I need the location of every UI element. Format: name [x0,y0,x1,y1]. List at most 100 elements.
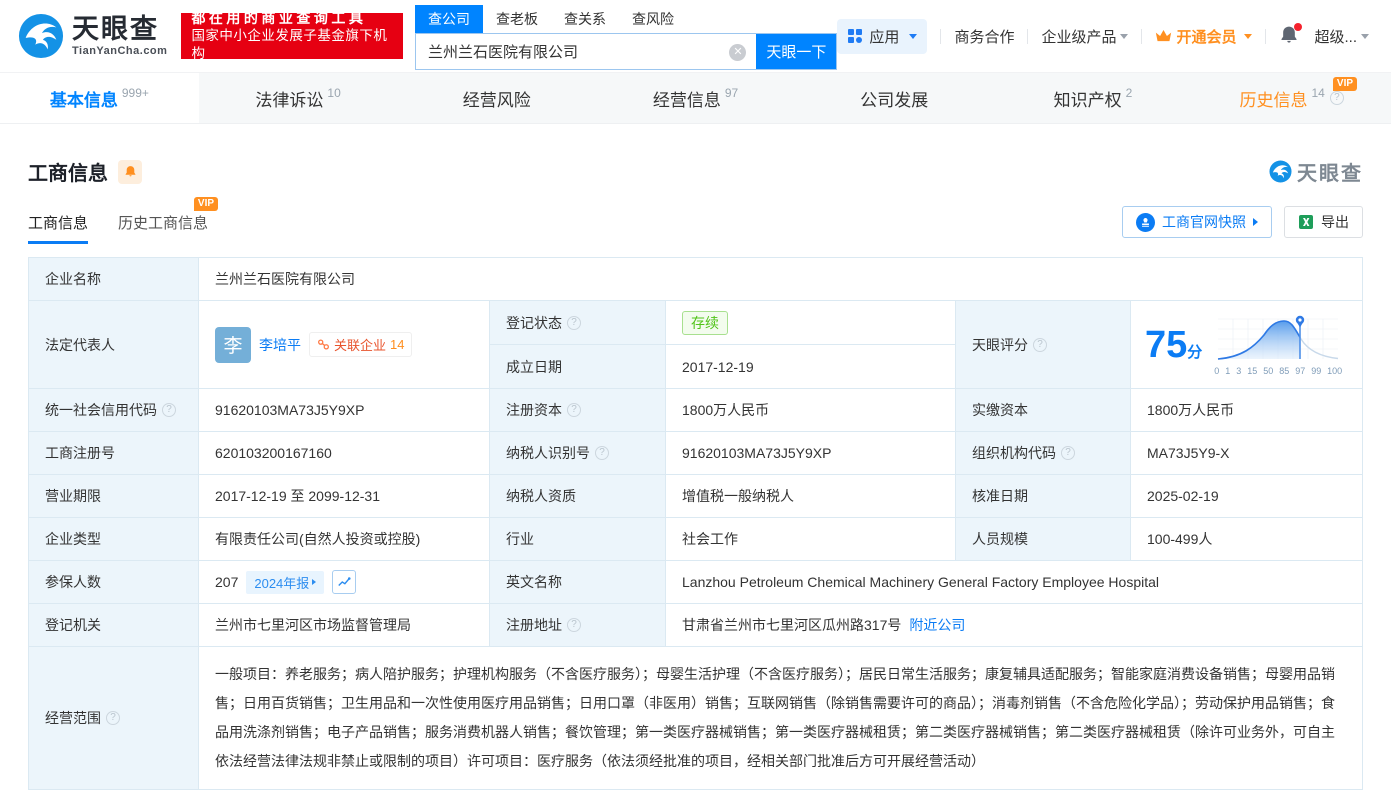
brand-domain: TianYanCha.com [72,44,168,57]
tab-label: 历史信息 [1239,90,1308,110]
taxpayer-id-label: 纳税人识别号 ? [490,432,666,475]
related-count: 14 [390,337,405,352]
divider [940,28,942,44]
tab-legal-litigation[interactable]: 法律诉讼 10 [199,73,398,123]
tianyancha-logo[interactable]: 天眼查 TianYanCha.com [18,13,167,59]
table-row: 经营范围 ? 一般项目：养老服务；病人陪护服务；护理机构服务（不含医疗服务）；母… [29,647,1363,790]
tab-history-info[interactable]: VIP 历史信息 14 ? [1192,73,1391,123]
menu-business-coop[interactable]: 商务合作 [954,26,1014,47]
help-icon[interactable]: ? [1061,446,1075,460]
label-text: 登记状态 [506,314,562,331]
arrow-right-icon [312,579,317,585]
help-icon[interactable]: ? [162,403,176,417]
industry-value: 社会工作 [666,518,956,561]
search-input[interactable] [416,33,757,69]
apps-menu[interactable]: 应用 [837,18,928,54]
label-text: 组织机构代码 [972,445,1056,461]
legal-rep-name-link[interactable]: 李培平 [259,335,301,355]
clear-search-icon[interactable]: ✕ [729,43,747,61]
help-icon[interactable]: ? [106,711,120,725]
label-text: 注册资本 [506,402,562,418]
menu-super-vip[interactable]: 超级... [1314,26,1369,47]
tianyancha-logo-icon [1269,160,1292,183]
staff-size-value: 100-499人 [1131,518,1363,561]
help-icon[interactable]: ? [1033,337,1047,352]
trend-chart-button[interactable] [332,570,357,594]
related-companies-badge[interactable]: 关联企业 14 [309,332,413,357]
nearby-companies-link[interactable]: 附近公司 [909,615,965,635]
legal-rep-avatar[interactable]: 李 [215,326,251,363]
insured-number: 207 [215,574,239,590]
table-row: 工商注册号 620103200167160 纳税人识别号 ? 91620103M… [29,432,1363,475]
help-icon[interactable]: ? [595,446,609,460]
caret-down-icon [1244,33,1253,39]
reg-status-value: 存续 [666,301,956,345]
tab-count: 10 [327,86,341,100]
caret-down-icon [1120,33,1129,39]
registration-authority-label: 登记机关 [29,604,199,647]
subtab-history-business-info[interactable]: VIP 历史工商信息 [118,197,219,244]
vip-badge: VIP [1332,77,1358,91]
registration-authority-value: 兰州市七里河区市场监督管理局 [199,604,490,647]
related-label: 关联企业 [334,338,387,353]
status-badge: 存续 [682,310,728,335]
search-tab-company[interactable]: 查公司 [415,4,484,33]
arrow-right-icon [1253,218,1258,226]
tab-label: 基本信息 [49,90,118,110]
table-row: 登记机关 兰州市七里河区市场监督管理局 注册地址 ? 甘肃省兰州市七里河区瓜州路… [29,604,1363,647]
table-row: 参保人数 207 2024年报 英文名称 Lanzhou Petroleum C… [29,561,1363,604]
search-tab-relation[interactable]: 查关系 [551,5,619,33]
tab-company-development[interactable]: 公司发展 [795,73,994,123]
search-area: 查公司 查老板 查关系 查风险 ✕ 天眼一下 [415,4,838,70]
annual-report-badge[interactable]: 2024年报 [246,570,325,594]
search-tab-risk[interactable]: 查风险 [619,5,687,33]
export-button[interactable]: 导出 [1284,206,1363,238]
menu-enterprise-products[interactable]: 企业级产品 [1041,26,1129,47]
promo-line2: 国家中小企业发展子基金旗下机构 [191,28,388,61]
related-company-icon [318,339,329,350]
subtab-business-info[interactable]: 工商信息 [28,212,89,244]
tab-count: 97 [724,86,739,100]
divider [1141,28,1143,44]
tab-basic-info[interactable]: 基本信息 999+ [0,73,199,123]
help-icon[interactable]: ? [567,618,581,632]
menu-open-vip[interactable]: 开通会员 [1155,26,1253,47]
section-header: 工商信息 天眼查 [28,157,1363,186]
taxpayer-quality-value: 增值税一般纳税人 [666,475,956,518]
reg-capital-label: 注册资本 ? [490,389,666,432]
apps-grid-icon [848,29,863,43]
industry-label: 行业 [490,518,666,561]
company-type-label: 企业类型 [29,518,199,561]
official-snapshot-button[interactable]: 工商官网快照 [1122,206,1272,238]
tab-intellectual-property[interactable]: 知识产权 2 [994,73,1193,123]
label-text: 天眼评分 [972,336,1028,353]
help-icon[interactable]: ? [1329,91,1344,105]
registered-address-label: 注册地址 ? [490,604,666,647]
caret-down-icon [909,33,918,39]
org-code-value: MA73J5Y9-X [1131,432,1363,475]
tab-operation-info[interactable]: 经营信息 97 [596,73,795,123]
staff-size-label: 人员规模 [956,518,1131,561]
help-icon[interactable]: ? [567,403,581,417]
tab-label: 法律诉讼 [255,90,324,110]
taxpayer-quality-label: 纳税人资质 [490,475,666,518]
stamp-icon [1136,212,1155,232]
tab-operation-risk[interactable]: 经营风险 [397,73,596,123]
label-text: 统一社会信用代码 [45,402,157,418]
trend-chart-icon [338,577,351,586]
search-button[interactable]: 天眼一下 [756,33,837,69]
help-icon[interactable]: ? [567,315,581,330]
table-row: 企业名称 兰州兰石医院有限公司 [29,258,1363,301]
tab-label: 知识产权 [1053,90,1122,110]
snapshot-label: 工商官网快照 [1162,214,1246,230]
tianyancha-logo-icon [18,13,64,59]
apps-label: 应用 [869,28,900,46]
search-tab-boss[interactable]: 查老板 [483,5,551,33]
promo-banner: 都在用的商业查询工具 国家中小企业发展子基金旗下机构 [181,10,404,61]
notifications-bell[interactable] [1279,23,1303,47]
english-name-value: Lanzhou Petroleum Chemical Machinery Gen… [666,561,1363,604]
credit-code-value: 91620103MA73J5Y9XP [199,389,490,432]
reg-number-label: 工商注册号 [29,432,199,475]
credit-code-label: 统一社会信用代码 ? [29,389,199,432]
subscribe-bell-button[interactable] [118,159,142,184]
